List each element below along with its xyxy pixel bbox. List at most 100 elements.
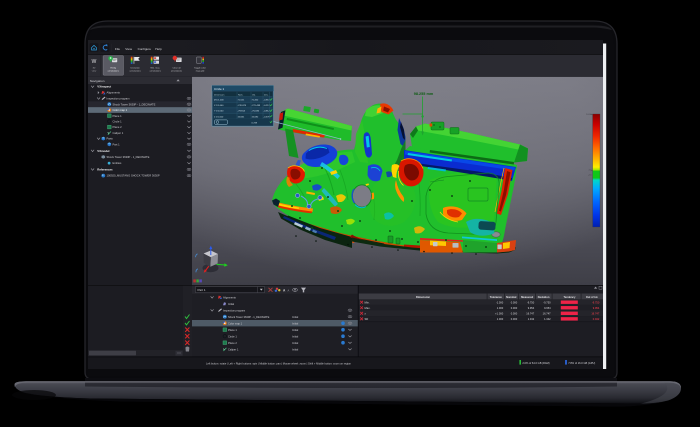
svg-text:16.747: 16.747 [526, 312, 534, 316]
svg-text:Color map 1: Color map 1 [113, 108, 128, 112]
svg-text:Left button: rotate | Left +: Left button: rotate | Left + Right butto… [206, 361, 352, 365]
svg-text:Dimension: Dimension [416, 295, 431, 299]
svg-text:Toggle color: Toggle color [194, 67, 206, 70]
svg-text:Initial: Initial [292, 328, 299, 332]
svg-text:100920_MUSTANG SHOCK TOWER 363: 100920_MUSTANG SHOCK TOWER 3630P [107, 174, 160, 178]
svg-text:Caliper 1: Caliper 1 [113, 131, 124, 135]
svg-text:Shock Tower 3630P - 1_DECIMATE: Shock Tower 3630P - 1_DECIMATE [113, 102, 156, 106]
svg-text:Max.: Max. [365, 306, 371, 310]
svg-text:Inspection program: Inspection program [223, 308, 245, 312]
svg-text:Initial: Initial [228, 302, 234, 306]
svg-text:A: A [288, 289, 290, 293]
svg-text:Shock Tower 3630P - 1_DECIMATE: Shock Tower 3630P - 1_DECIMATE [107, 155, 150, 159]
svg-text:Initial: Initial [292, 347, 299, 351]
svg-text:Initial: Initial [292, 334, 299, 338]
svg-text:Tolerance: Tolerance [490, 295, 503, 299]
svg-text:Measured: Measured [521, 295, 534, 299]
svg-text:Inspection program: Inspection program [107, 97, 131, 101]
svg-text:10.00: 10.00 [586, 114, 592, 116]
svg-text:Circle 1: Circle 1 [214, 87, 225, 91]
svg-text:1.342: 1.342 [528, 317, 535, 321]
svg-text:Part 1: Part 1 [198, 288, 206, 292]
svg-text:15.082: 15.082 [252, 116, 259, 118]
svg-text:Clear all: Clear all [172, 67, 181, 70]
svg-text:Ø 1/1.000: Ø 1/1.000 [214, 100, 224, 102]
svg-text:SD: SD [365, 317, 369, 321]
svg-text:Val.: Val. [252, 94, 256, 96]
svg-text:Navigation: Navigation [90, 79, 105, 83]
svg-text:-75.036: -75.036 [252, 111, 260, 113]
svg-text:Configure: Configure [138, 47, 152, 51]
svg-text:-271.499: -271.499 [252, 105, 261, 107]
svg-text:-1.000: -1.000 [496, 301, 504, 305]
svg-text:Part 1: Part 1 [113, 142, 121, 146]
svg-text:Alignments: Alignments [107, 91, 121, 95]
svg-text:Deviation: Deviation [131, 67, 141, 70]
svg-text:View: View [125, 47, 132, 51]
svg-text:-9.750: -9.750 [543, 301, 551, 305]
svg-text:+1.000: +1.000 [495, 312, 504, 316]
svg-text:Initial: Initial [292, 315, 299, 319]
svg-text:15.841: 15.841 [238, 116, 245, 118]
svg-text:annotations: annotations [150, 70, 162, 73]
svg-text:-79.814: -79.814 [238, 111, 246, 113]
svg-text:9.954: 9.954 [544, 306, 551, 310]
svg-text:71.521: 71.521 [238, 100, 245, 102]
svg-text:0.000: 0.000 [511, 306, 518, 310]
svg-text:annotations: annotations [130, 70, 142, 73]
svg-text:Dimension: Dimension [214, 94, 225, 96]
svg-text:References: References [97, 168, 113, 172]
svg-text:Min.: Min. [365, 301, 370, 305]
svg-text:Parts: Parts [107, 137, 114, 141]
svg-text:Plane 2: Plane 2 [113, 125, 123, 129]
svg-text:7.8% of 16.0 GB (GPU): 7.8% of 16.0 GB (GPU) [568, 361, 595, 365]
svg-text:Min. max.: Min. max. [151, 68, 161, 70]
svg-text:0.000: 0.000 [511, 317, 518, 321]
svg-text:0.942: 0.942 [593, 317, 600, 321]
svg-text:Entity: Entity [111, 67, 117, 70]
svg-text:Initial: Initial [292, 341, 299, 345]
svg-text:map grid: map grid [196, 70, 205, 73]
svg-text:Circle 1: Circle 1 [113, 120, 123, 124]
svg-text:9.954: 9.954 [528, 306, 535, 310]
svg-text:3D: 3D [93, 68, 96, 70]
svg-text:16.747: 16.747 [543, 312, 551, 316]
svg-text:Initial: Initial [292, 321, 299, 325]
svg-text:Caliper 1: Caliper 1 [228, 347, 239, 351]
svg-text:-9.750: -9.750 [527, 301, 535, 305]
svg-text:2.0% of 64.0 GB (RAM): 2.0% of 64.0 GB (RAM) [522, 361, 549, 365]
svg-text:-9.750: -9.750 [592, 301, 600, 305]
svg-text:Deviation: Deviation [538, 295, 550, 299]
svg-text:0.749: 0.749 [252, 122, 258, 124]
svg-text:Plane 1: Plane 1 [113, 114, 123, 118]
svg-text:X 1/1.000: X 1/1.000 [214, 105, 224, 107]
svg-text:0.000: 0.000 [511, 312, 518, 316]
svg-text:Alignments: Alignments [223, 295, 237, 299]
svg-text:Tendency: Tendency [564, 295, 576, 299]
svg-text:9.954: 9.954 [593, 306, 600, 310]
svg-text:71.452: 71.452 [252, 100, 259, 102]
svg-text:Color map 1: Color map 1 [228, 321, 243, 325]
svg-text:1.000: 1.000 [497, 317, 504, 321]
svg-text:9.9.9.2875 2021 05:01: 9.9.9.2875 2021 05:01 [365, 274, 392, 278]
svg-text:Entities: Entities [113, 161, 122, 165]
svg-text:Dev.: Dev. [264, 94, 269, 96]
svg-text:Out of tol.: Out of tol. [586, 295, 599, 299]
svg-text:Help: Help [155, 47, 162, 51]
svg-text:98.255 mm: 98.255 mm [414, 92, 434, 96]
svg-text:1.342: 1.342 [544, 317, 551, 321]
svg-text:Circle 1: Circle 1 [228, 334, 237, 338]
svg-text:VXmodel: VXmodel [97, 149, 109, 153]
svg-text:Nominal: Nominal [506, 295, 517, 299]
svg-text:16.747: 16.747 [591, 312, 599, 316]
svg-text:W: W [92, 59, 97, 65]
svg-text:Plane 2: Plane 2 [228, 341, 237, 345]
svg-text:Nom.: Nom. [238, 94, 244, 96]
svg-text:VXinspect: VXinspect [97, 85, 111, 89]
svg-text:1.000: 1.000 [497, 306, 504, 310]
svg-text:0.000: 0.000 [511, 301, 518, 305]
svg-text:-270.875: -270.875 [238, 105, 247, 107]
svg-text:Y 1/1.000: Y 1/1.000 [214, 111, 224, 113]
svg-text:Z 1/1.000: Z 1/1.000 [214, 116, 224, 118]
svg-text:Plane 1: Plane 1 [228, 328, 237, 332]
